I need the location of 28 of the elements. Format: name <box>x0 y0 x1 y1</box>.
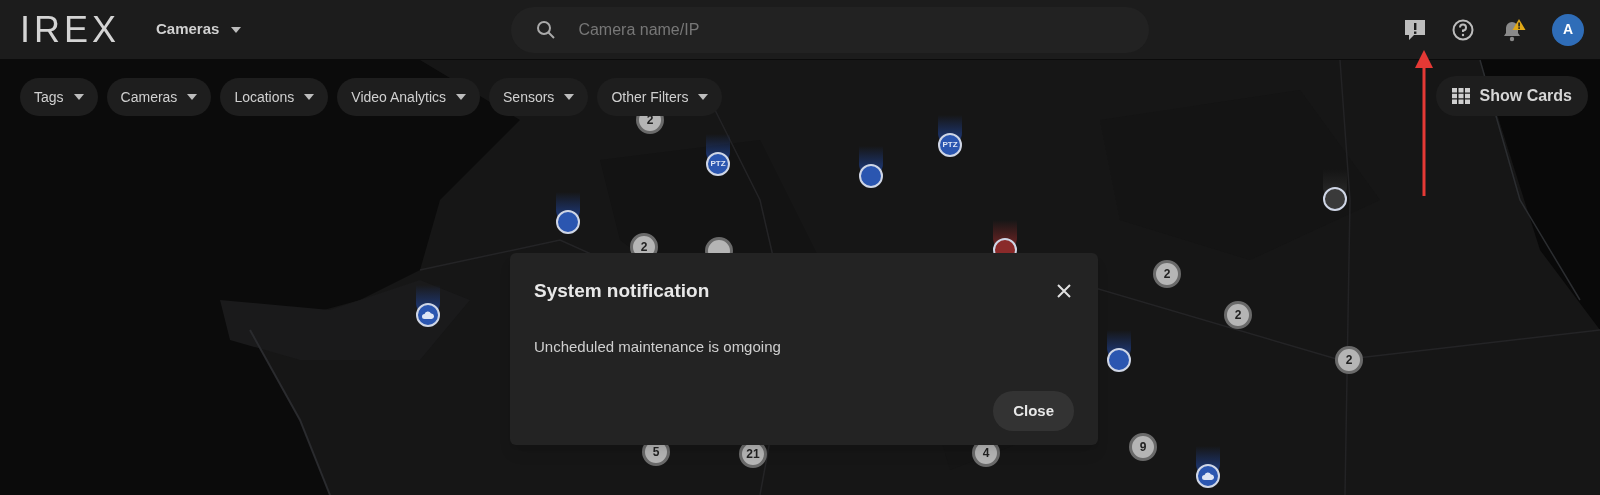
filter-dropdown[interactable]: Tags <box>20 78 98 116</box>
dialog-message: Uncheduled maintenance is omgoing <box>534 336 782 357</box>
caret-icon <box>698 94 709 100</box>
close-icon[interactable] <box>1056 283 1072 300</box>
section-menu[interactable]: Cameras <box>156 18 242 41</box>
caret-icon <box>456 94 466 100</box>
avatar[interactable]: A <box>1552 13 1584 46</box>
dialog-title: System notification <box>534 279 710 303</box>
cloud-icon <box>1202 472 1214 480</box>
filter-dropdown[interactable]: Locations <box>220 78 329 116</box>
filter-dropdown[interactable]: Video Analytics <box>337 78 480 116</box>
show-cards-button[interactable]: Show Cards <box>1435 76 1588 116</box>
feedback-icon[interactable] <box>1404 18 1426 41</box>
caret-icon <box>231 26 242 33</box>
close-button[interactable]: Close <box>993 391 1074 431</box>
help-icon[interactable] <box>1452 18 1474 41</box>
grid-icon <box>1451 88 1470 104</box>
caret-icon <box>304 94 315 100</box>
search-field[interactable]: Camera name/IP <box>511 6 1150 53</box>
filter-dropdown[interactable]: Cameras <box>106 78 212 116</box>
search-icon <box>536 19 557 40</box>
logo[interactable]: IREX <box>20 11 121 48</box>
filter-dropdown[interactable]: Other Filters <box>597 78 723 116</box>
caret-icon <box>564 94 575 100</box>
filter-dropdown[interactable]: Sensors <box>489 78 589 116</box>
caret-icon <box>73 94 84 100</box>
cloud-icon <box>422 311 434 319</box>
caret-icon <box>187 94 198 100</box>
